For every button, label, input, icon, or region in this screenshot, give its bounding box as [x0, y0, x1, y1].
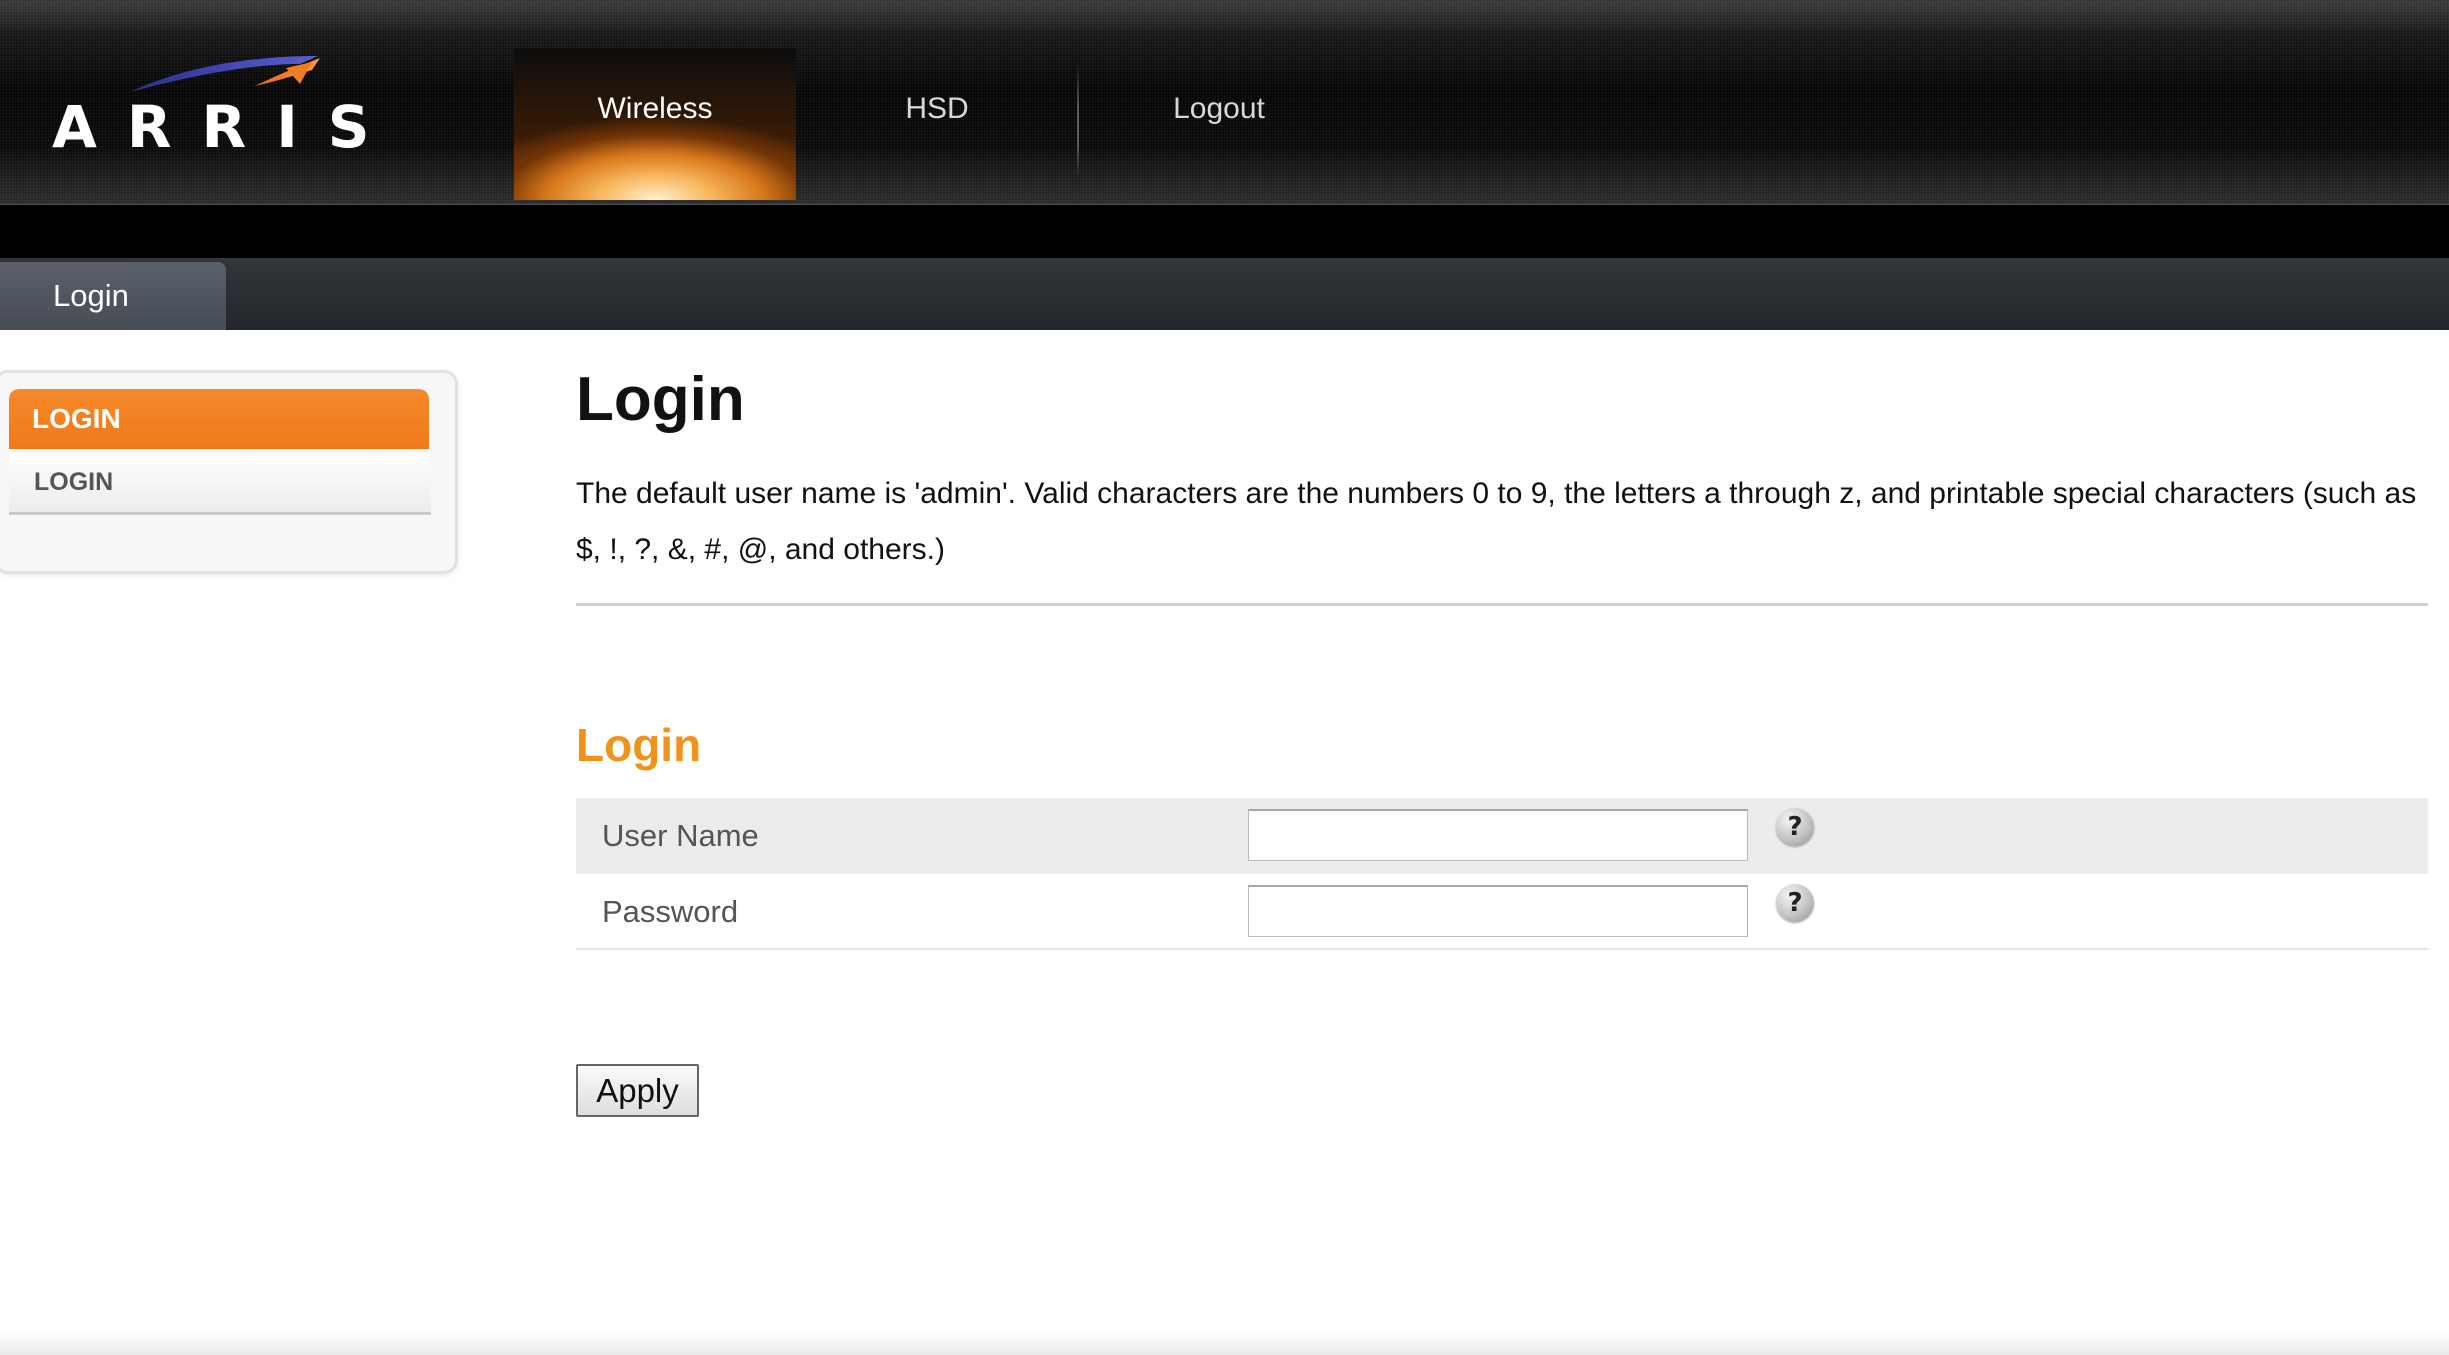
- nav-tab-wireless[interactable]: Wireless: [514, 48, 796, 200]
- nav-tab-hsd[interactable]: HSD: [796, 48, 1078, 200]
- apply-button[interactable]: Apply: [576, 1064, 699, 1117]
- nav-tab-logout-label: Logout: [1173, 92, 1265, 125]
- page-title: Login: [576, 365, 745, 434]
- breadcrumb-tab-login[interactable]: Login: [0, 262, 226, 330]
- sidebar-item-login[interactable]: LOGIN: [9, 453, 431, 515]
- footer-edge: [0, 1332, 2449, 1355]
- arris-logo: ARRIS: [50, 50, 370, 160]
- sidebar-menu: LOGIN LOGIN: [0, 370, 458, 574]
- section-divider: [576, 603, 2428, 606]
- help-icon[interactable]: ?: [1776, 808, 1814, 846]
- sidebar-heading: LOGIN: [9, 389, 429, 449]
- user-name-label: User Name: [602, 818, 759, 853]
- form-row-password: Password ?: [576, 874, 2428, 950]
- arris-logo-text: ARRIS: [52, 93, 400, 161]
- section-title: Login: [576, 719, 702, 771]
- page-description: The default user name is 'admin'. Valid …: [576, 477, 2417, 566]
- sidebar-item-label: LOGIN: [34, 468, 114, 496]
- password-input[interactable]: [1248, 885, 1748, 937]
- nav-tab-logout[interactable]: Logout: [1078, 48, 1360, 200]
- header-band: [0, 205, 2449, 258]
- sidebar-heading-label: LOGIN: [32, 403, 121, 434]
- form-row-user-name: User Name ?: [576, 798, 2428, 874]
- breadcrumb-bar: [0, 258, 2449, 330]
- top-header: ARRIS Wireless HSD Logout: [0, 0, 2449, 205]
- nav-tab-wireless-label: Wireless: [597, 92, 713, 125]
- breadcrumb-tab-label: Login: [53, 278, 129, 313]
- nav-tab-hsd-label: HSD: [905, 92, 969, 125]
- user-name-input[interactable]: [1248, 809, 1748, 861]
- help-icon[interactable]: ?: [1776, 884, 1814, 922]
- password-label: Password: [602, 894, 739, 929]
